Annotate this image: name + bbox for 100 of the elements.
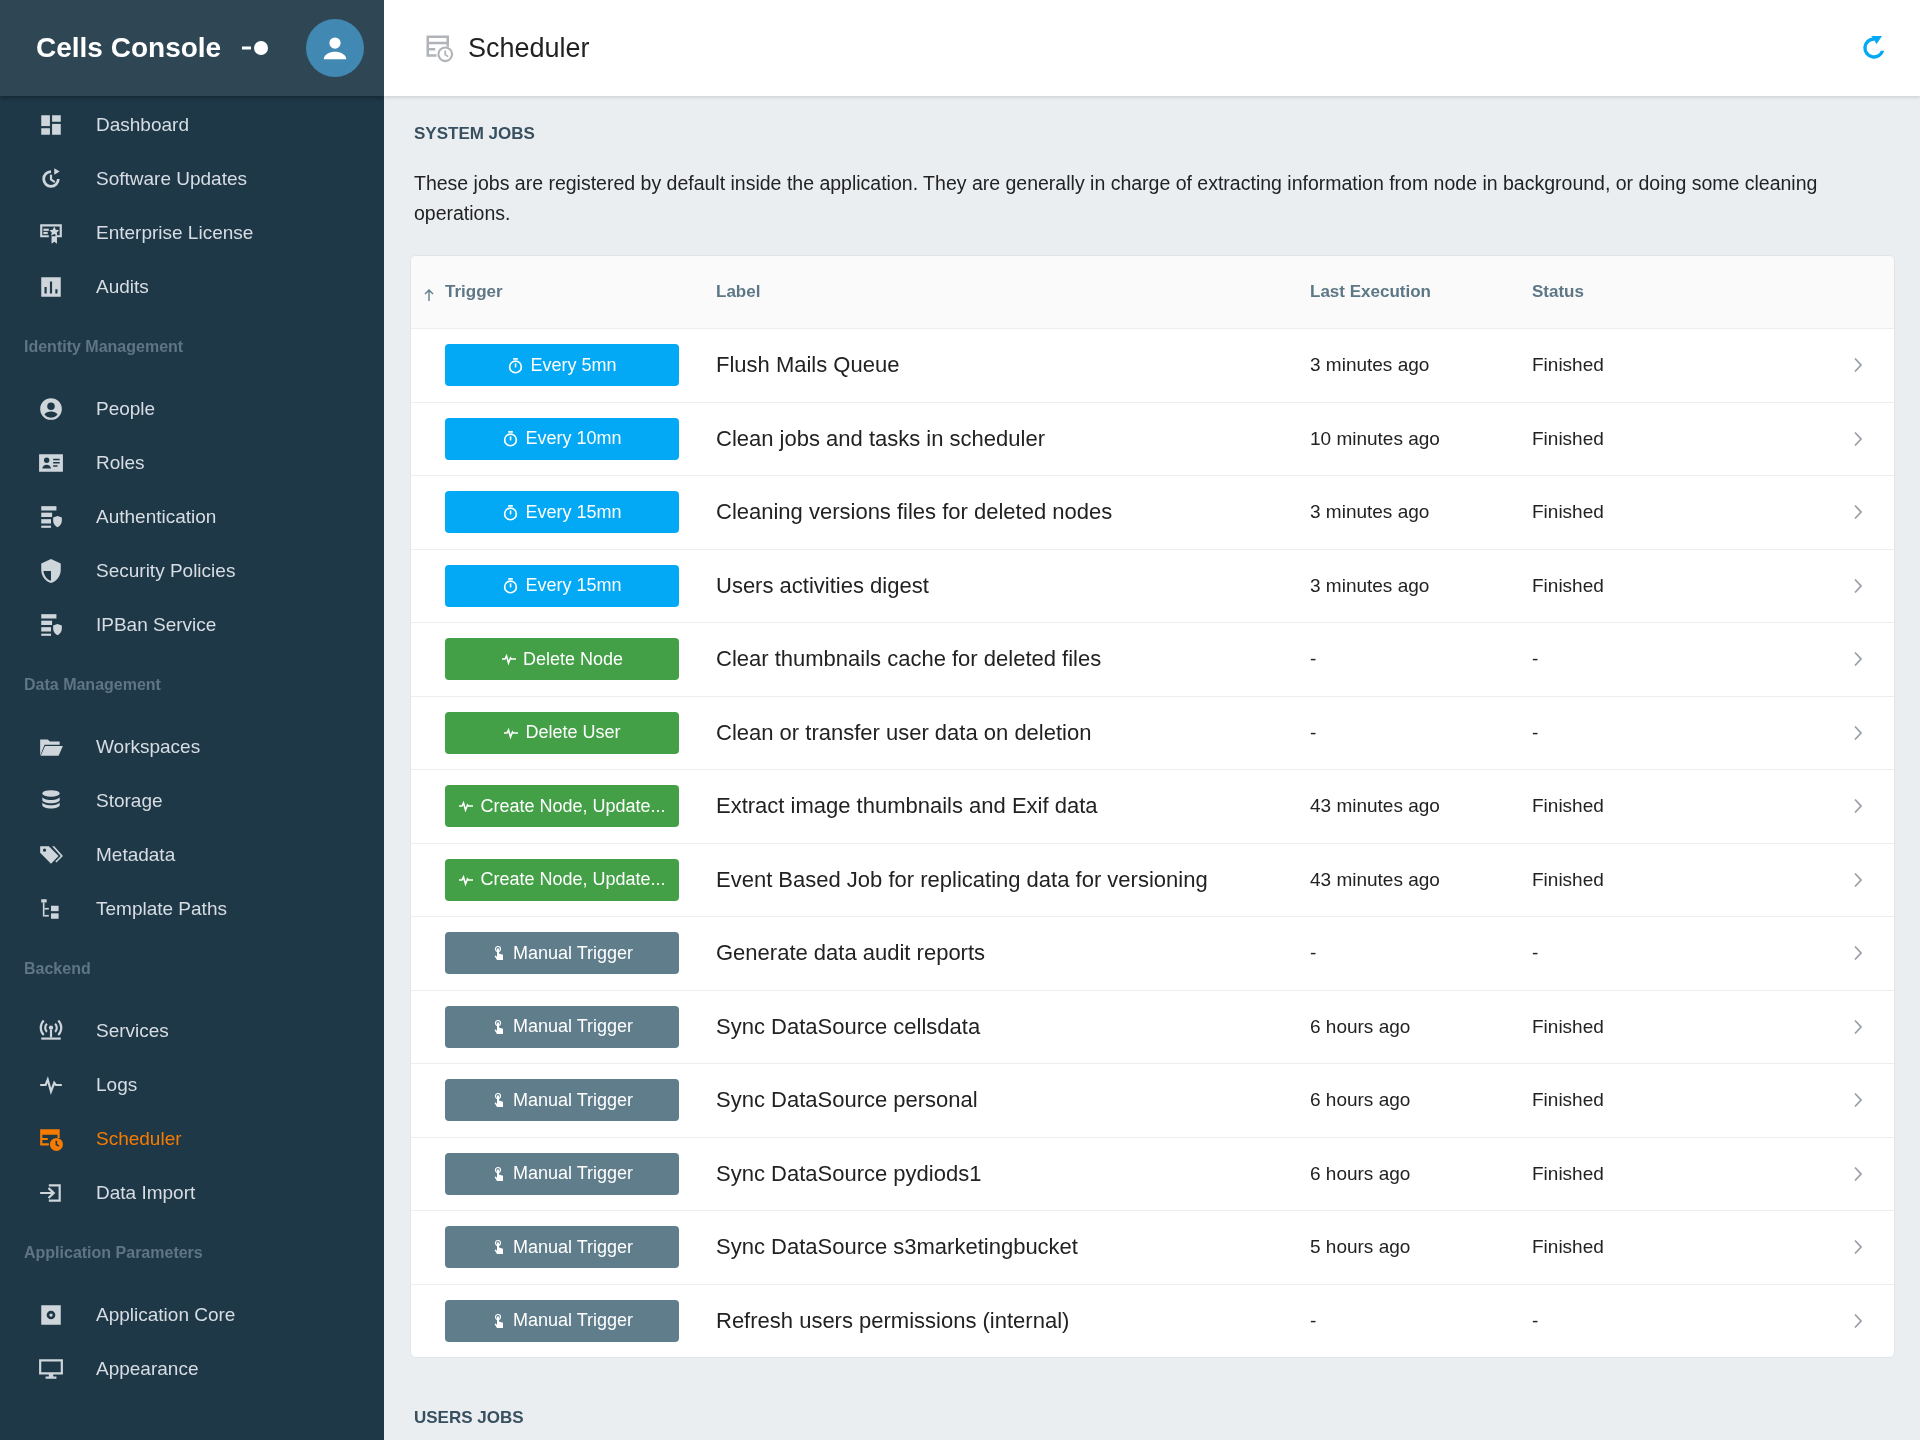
sidebar-item[interactable]: Scheduler (0, 1112, 384, 1166)
job-label: Event Based Job for replicating data for versioning (716, 866, 1208, 893)
job-status: Finished (1532, 427, 1604, 450)
job-row[interactable]: Every 10mn Clean jobs and tasks in scheduler 10 minutes ago Finished (411, 402, 1894, 476)
job-status: Finished (1532, 868, 1604, 891)
job-label: Refresh users permissions (internal) (716, 1307, 1070, 1334)
calendar-clock-icon (38, 1126, 64, 1152)
job-row[interactable]: Create Node, Update... Extract image thumbnails and Exif data 43 minutes ago Finished (411, 770, 1894, 844)
sidebar-item[interactable]: Software Updates (0, 152, 384, 206)
column-header[interactable]: Label (716, 282, 761, 302)
stopwatch-icon (502, 430, 520, 448)
chevron-right-icon[interactable] (1853, 724, 1863, 741)
job-row[interactable]: Manual Trigger Sync DataSource s3marketingbucket 5 hours ago Finished (411, 1211, 1894, 1285)
job-status: Finished (1532, 795, 1604, 818)
sidebar-item[interactable]: Workspaces (0, 720, 384, 774)
chevron-right-icon[interactable] (1853, 577, 1863, 594)
job-label: Users activities digest (716, 572, 929, 599)
section-heading: Data Management (24, 676, 161, 694)
person-icon (38, 396, 64, 422)
chevron-right-icon[interactable] (1853, 504, 1863, 521)
job-status: - (1532, 1309, 1539, 1332)
job-status: Finished (1532, 1089, 1604, 1112)
job-status: Finished (1532, 501, 1604, 524)
job-row[interactable]: Manual Trigger Sync DataSource cellsdata 6 hours ago Finished (411, 990, 1894, 1064)
stopwatch-icon (507, 356, 525, 374)
job-status: - (1532, 942, 1539, 965)
chevron-right-icon[interactable] (1853, 1312, 1863, 1329)
chevron-right-icon[interactable] (1853, 430, 1863, 447)
sidebar-item[interactable]: Metadata (0, 828, 384, 882)
trigger-button[interactable]: Manual Trigger (445, 1005, 679, 1048)
job-row[interactable]: Every 15mn Users activities digest 3 minutes ago Finished (411, 549, 1894, 623)
last-execution: 43 minutes ago (1310, 795, 1440, 818)
job-row[interactable]: Every 15mn Cleaning versions files for deleted nodes 3 minutes ago Finished (411, 476, 1894, 550)
last-execution: - (1310, 942, 1317, 965)
sidebar-item[interactable]: People (0, 382, 384, 436)
job-row[interactable]: Delete Node Clear thumbnails cache for deleted files - - (411, 623, 1894, 697)
job-label: Clean jobs and tasks in scheduler (716, 425, 1045, 452)
job-row[interactable]: Manual Trigger Sync DataSource personal 6 hours ago Finished (411, 1064, 1894, 1138)
sidebar-item[interactable]: Roles (0, 436, 384, 490)
server-shield-icon (38, 612, 64, 638)
chevron-right-icon[interactable] (1853, 945, 1863, 962)
sidebar-item[interactable]: Application Core (0, 1288, 384, 1342)
trigger-button[interactable]: Manual Trigger (445, 932, 679, 975)
job-label: Sync DataSource pydiods1 (716, 1160, 982, 1187)
sidebar-item[interactable]: Logs (0, 1058, 384, 1112)
sidebar-item[interactable]: IPBan Service (0, 598, 384, 652)
monitor-icon (38, 1356, 64, 1382)
column-header[interactable]: Last Execution (1310, 282, 1431, 302)
job-row[interactable]: Manual Trigger Sync DataSource pydiods1 6 hours ago Finished (411, 1137, 1894, 1211)
job-label: Cleaning versions files for deleted nodes (716, 499, 1113, 526)
job-row[interactable]: Manual Trigger Generate data audit reports - - (411, 917, 1894, 991)
last-execution: 6 hours ago (1310, 1015, 1411, 1038)
last-execution: 3 minutes ago (1310, 501, 1430, 524)
trigger-button[interactable]: Manual Trigger (445, 1079, 679, 1122)
sidebar-item[interactable]: Data Import (0, 1166, 384, 1220)
sort-arrow-icon[interactable] (423, 288, 435, 302)
chevron-right-icon[interactable] (1853, 357, 1863, 374)
chevron-right-icon[interactable] (1853, 1018, 1863, 1035)
chevron-right-icon[interactable] (1853, 1165, 1863, 1182)
last-execution: 3 minutes ago (1310, 574, 1430, 597)
column-header[interactable]: Trigger (445, 282, 503, 302)
chevron-right-icon[interactable] (1853, 651, 1863, 668)
sidebar-item[interactable]: Template Paths (0, 882, 384, 936)
section-heading: USERS JOBS (414, 1408, 525, 1428)
pulse-icon (458, 798, 475, 815)
sidebar-item[interactable]: Audits (0, 260, 384, 314)
sidebar-item[interactable]: Enterprise License (0, 206, 384, 260)
last-execution: - (1310, 1309, 1317, 1332)
job-row[interactable]: Every 5mn Flush Mails Queue 3 minutes ago Finished (411, 329, 1894, 403)
calendar-clock-icon (424, 33, 454, 63)
last-execution: 43 minutes ago (1310, 868, 1440, 891)
last-execution: 6 hours ago (1310, 1089, 1411, 1112)
job-row[interactable]: Delete User Clean or transfer user data on deletion - - (411, 696, 1894, 770)
sidebar-item[interactable]: Services (0, 1004, 384, 1058)
trigger-button[interactable]: Manual Trigger (445, 1299, 679, 1342)
sidebar-item[interactable]: Storage (0, 774, 384, 828)
trigger-button[interactable]: Manual Trigger (445, 1152, 679, 1195)
chevron-right-icon[interactable] (1853, 798, 1863, 815)
toggle-icon[interactable] (242, 40, 270, 56)
job-row[interactable]: Create Node, Update... Event Based Job for replicating data for versioning 43 minutes ago Finished (411, 843, 1894, 917)
sidebar-item[interactable]: Dashboard (0, 98, 384, 152)
last-execution: 5 hours ago (1310, 1236, 1411, 1259)
pulse-icon (500, 651, 517, 668)
sidebar-item[interactable]: Security Policies (0, 544, 384, 598)
last-execution: - (1310, 721, 1317, 744)
trigger-button[interactable]: Manual Trigger (445, 1226, 679, 1269)
chevron-right-icon[interactable] (1853, 871, 1863, 888)
chevron-right-icon[interactable] (1853, 1092, 1863, 1109)
job-label: Sync DataSource s3marketingbucket (716, 1234, 1078, 1261)
column-header[interactable]: Status (1532, 282, 1584, 302)
server-shield-icon (38, 504, 64, 530)
sidebar-item[interactable]: Authentication (0, 490, 384, 544)
chevron-right-icon[interactable] (1853, 1239, 1863, 1256)
sidebar-item[interactable]: Appearance (0, 1342, 384, 1396)
job-status: Finished (1532, 1162, 1604, 1185)
last-execution: 6 hours ago (1310, 1162, 1411, 1185)
section-heading: Backend (24, 960, 91, 978)
job-row[interactable]: Manual Trigger Refresh users permissions (internal) - - (411, 1284, 1894, 1357)
job-label: Extract image thumbnails and Exif data (716, 793, 1098, 820)
job-label: Flush Mails Queue (716, 352, 900, 379)
